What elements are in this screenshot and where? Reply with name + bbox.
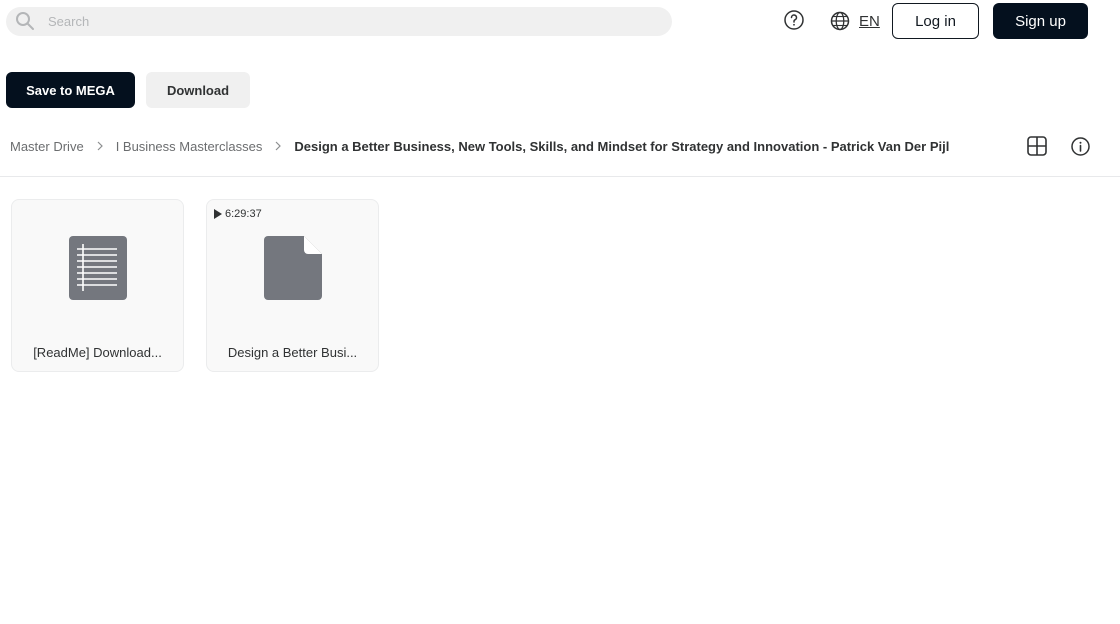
search-icon bbox=[16, 12, 34, 30]
language-code: EN bbox=[859, 12, 880, 30]
help-button[interactable] bbox=[782, 8, 806, 32]
divider bbox=[0, 176, 1120, 177]
play-icon bbox=[214, 209, 222, 219]
breadcrumb: Master Drive I Business Masterclasses De… bbox=[10, 136, 949, 156]
save-to-mega-button[interactable]: Save to MEGA bbox=[6, 72, 135, 108]
download-button[interactable]: Download bbox=[146, 72, 250, 108]
video-duration: 6:29:37 bbox=[214, 208, 262, 220]
grid-view-toggle[interactable] bbox=[1026, 135, 1048, 157]
text-file-icon bbox=[69, 236, 127, 300]
globe-icon bbox=[830, 11, 850, 31]
file-name: Design a Better Busi... bbox=[227, 345, 358, 360]
grid-icon bbox=[1027, 136, 1047, 156]
login-button[interactable]: Log in bbox=[892, 3, 979, 39]
file-card[interactable]: 6:29:37 Design a Better Busi... bbox=[206, 199, 379, 372]
search-bar[interactable] bbox=[6, 7, 672, 36]
generic-file-icon bbox=[264, 236, 322, 300]
breadcrumb-item-folder[interactable]: I Business Masterclasses bbox=[116, 139, 263, 154]
chevron-right-icon bbox=[97, 141, 103, 151]
search-input[interactable] bbox=[48, 7, 658, 36]
file-card[interactable]: [ReadMe] Download... bbox=[11, 199, 184, 372]
signup-button[interactable]: Sign up bbox=[993, 3, 1088, 39]
chevron-right-icon bbox=[275, 141, 282, 151]
info-icon bbox=[1071, 137, 1090, 156]
info-button[interactable] bbox=[1070, 136, 1091, 157]
language-selector[interactable]: EN bbox=[829, 9, 880, 33]
duration-text: 6:29:37 bbox=[225, 208, 262, 220]
breadcrumb-item-root[interactable]: Master Drive bbox=[10, 139, 84, 154]
breadcrumb-current: Design a Better Business, New Tools, Ski… bbox=[294, 138, 950, 154]
help-icon bbox=[784, 10, 804, 30]
file-name: [ReadMe] Download... bbox=[33, 345, 162, 360]
